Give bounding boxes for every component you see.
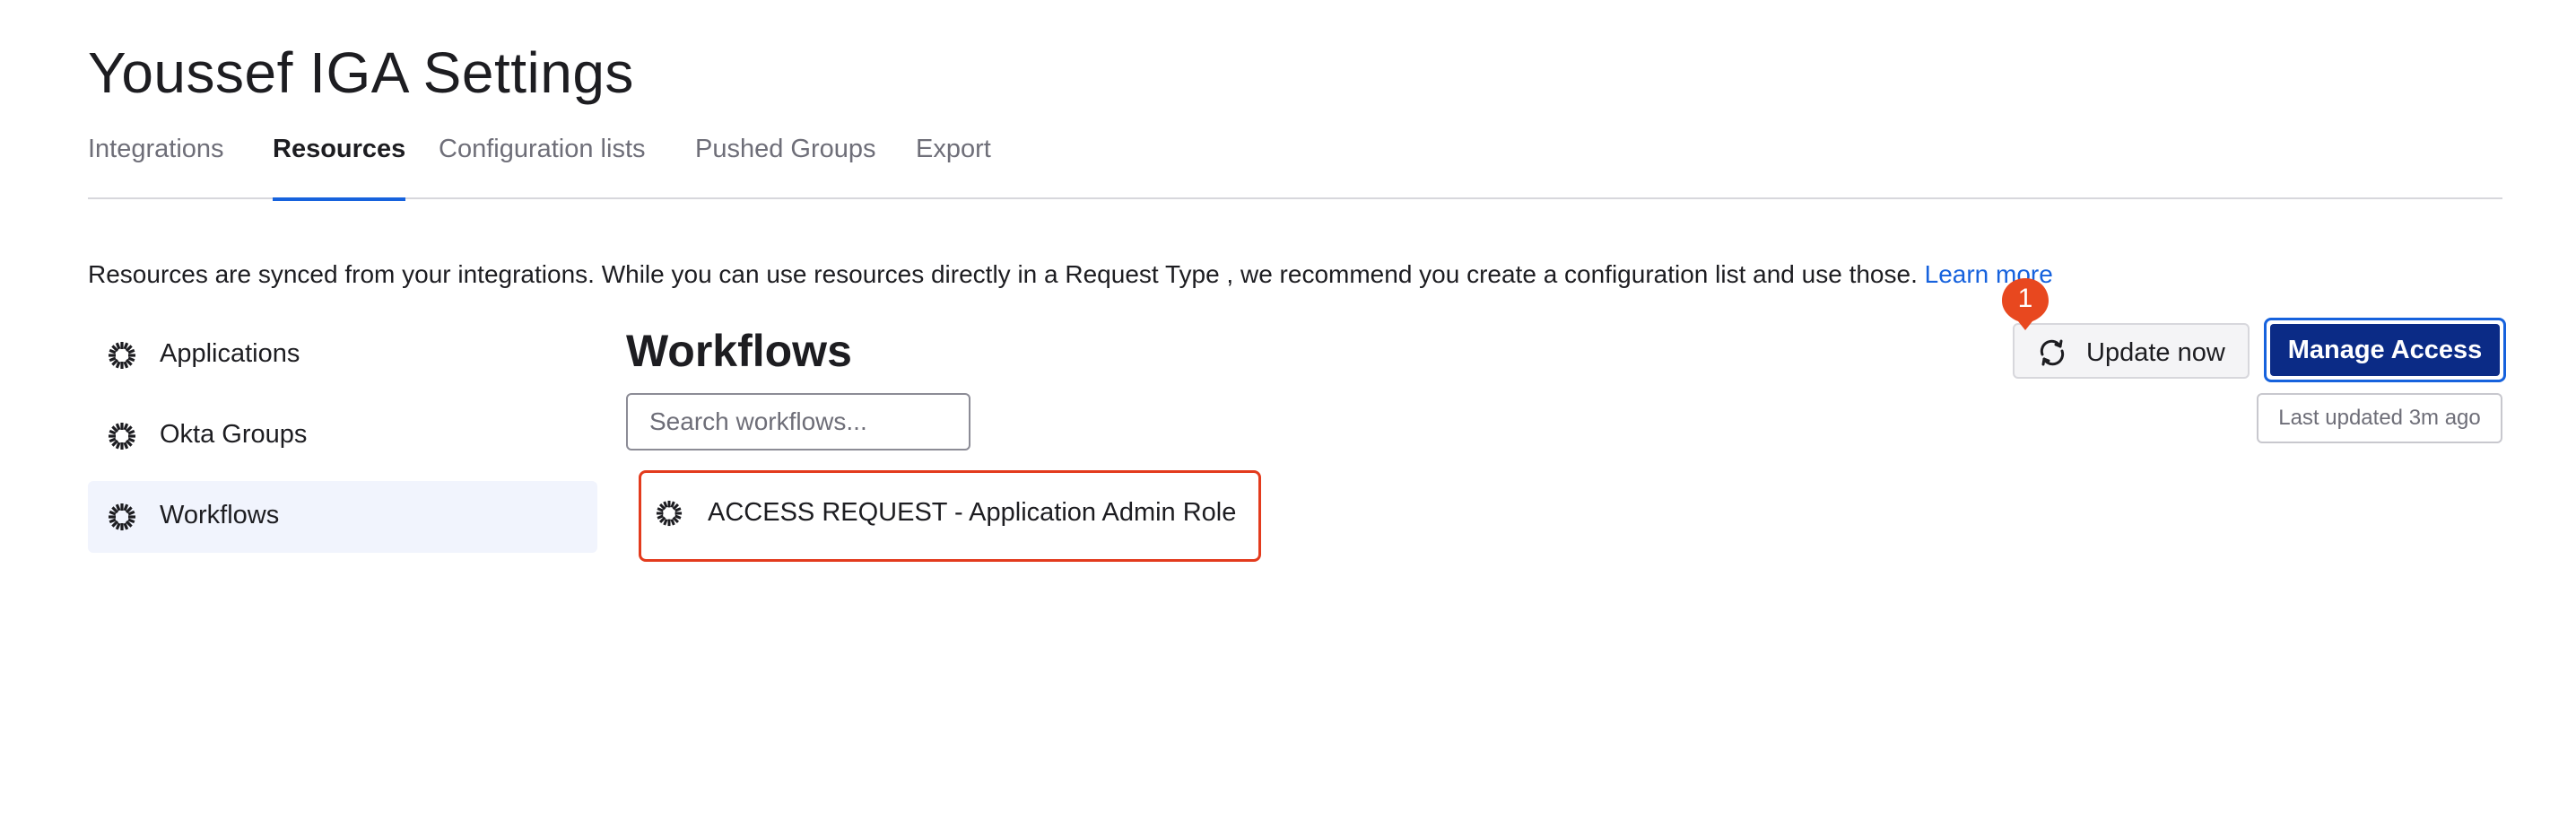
intro-description: Resources are synced from your integrati… — [88, 260, 1925, 288]
list-item[interactable]: ACCESS REQUEST - Application Admin Role — [639, 470, 1261, 562]
sidebar-item-label: Applications — [160, 339, 300, 368]
sidebar-item-okta-groups[interactable]: Okta Groups — [88, 400, 597, 472]
tab-configuration-lists[interactable]: Configuration lists — [439, 135, 646, 199]
intro-text: Resources are synced from your integrati… — [88, 260, 2053, 289]
last-updated-badge: Last updated 3m ago — [2257, 393, 2502, 443]
tab-export[interactable]: Export — [916, 135, 991, 199]
okta-burst-icon — [656, 500, 683, 527]
section-heading: Workflows — [626, 326, 852, 376]
okta-burst-icon — [109, 503, 135, 530]
step-marker: 1 — [2000, 276, 2050, 332]
sidebar-item-applications[interactable]: Applications — [88, 319, 597, 391]
tab-pushed-groups[interactable]: Pushed Groups — [695, 135, 876, 199]
tab-bar: Integrations Resources Configuration lis… — [88, 135, 2502, 201]
search-input[interactable] — [626, 393, 970, 450]
tab-resources[interactable]: Resources — [273, 135, 406, 201]
step-marker-number: 1 — [2017, 284, 2033, 313]
sync-icon — [2040, 339, 2065, 366]
update-now-label: Update now — [2086, 338, 2225, 367]
manage-access-button[interactable]: Manage Access — [2264, 318, 2506, 382]
settings-page: Youssef IGA Settings Integrations Resour… — [0, 0, 2576, 831]
page-title: Youssef IGA Settings — [88, 40, 634, 105]
okta-burst-icon — [109, 423, 135, 450]
tab-integrations[interactable]: Integrations — [88, 135, 224, 199]
manage-access-label: Manage Access — [2270, 324, 2500, 376]
sidebar-item-label: Okta Groups — [160, 420, 308, 449]
sidebar-item-label: Workflows — [160, 501, 280, 529]
sidebar-item-workflows[interactable]: Workflows — [88, 481, 597, 553]
workflow-name: ACCESS REQUEST - Application Admin Role — [708, 498, 1237, 527]
okta-burst-icon — [109, 342, 135, 369]
